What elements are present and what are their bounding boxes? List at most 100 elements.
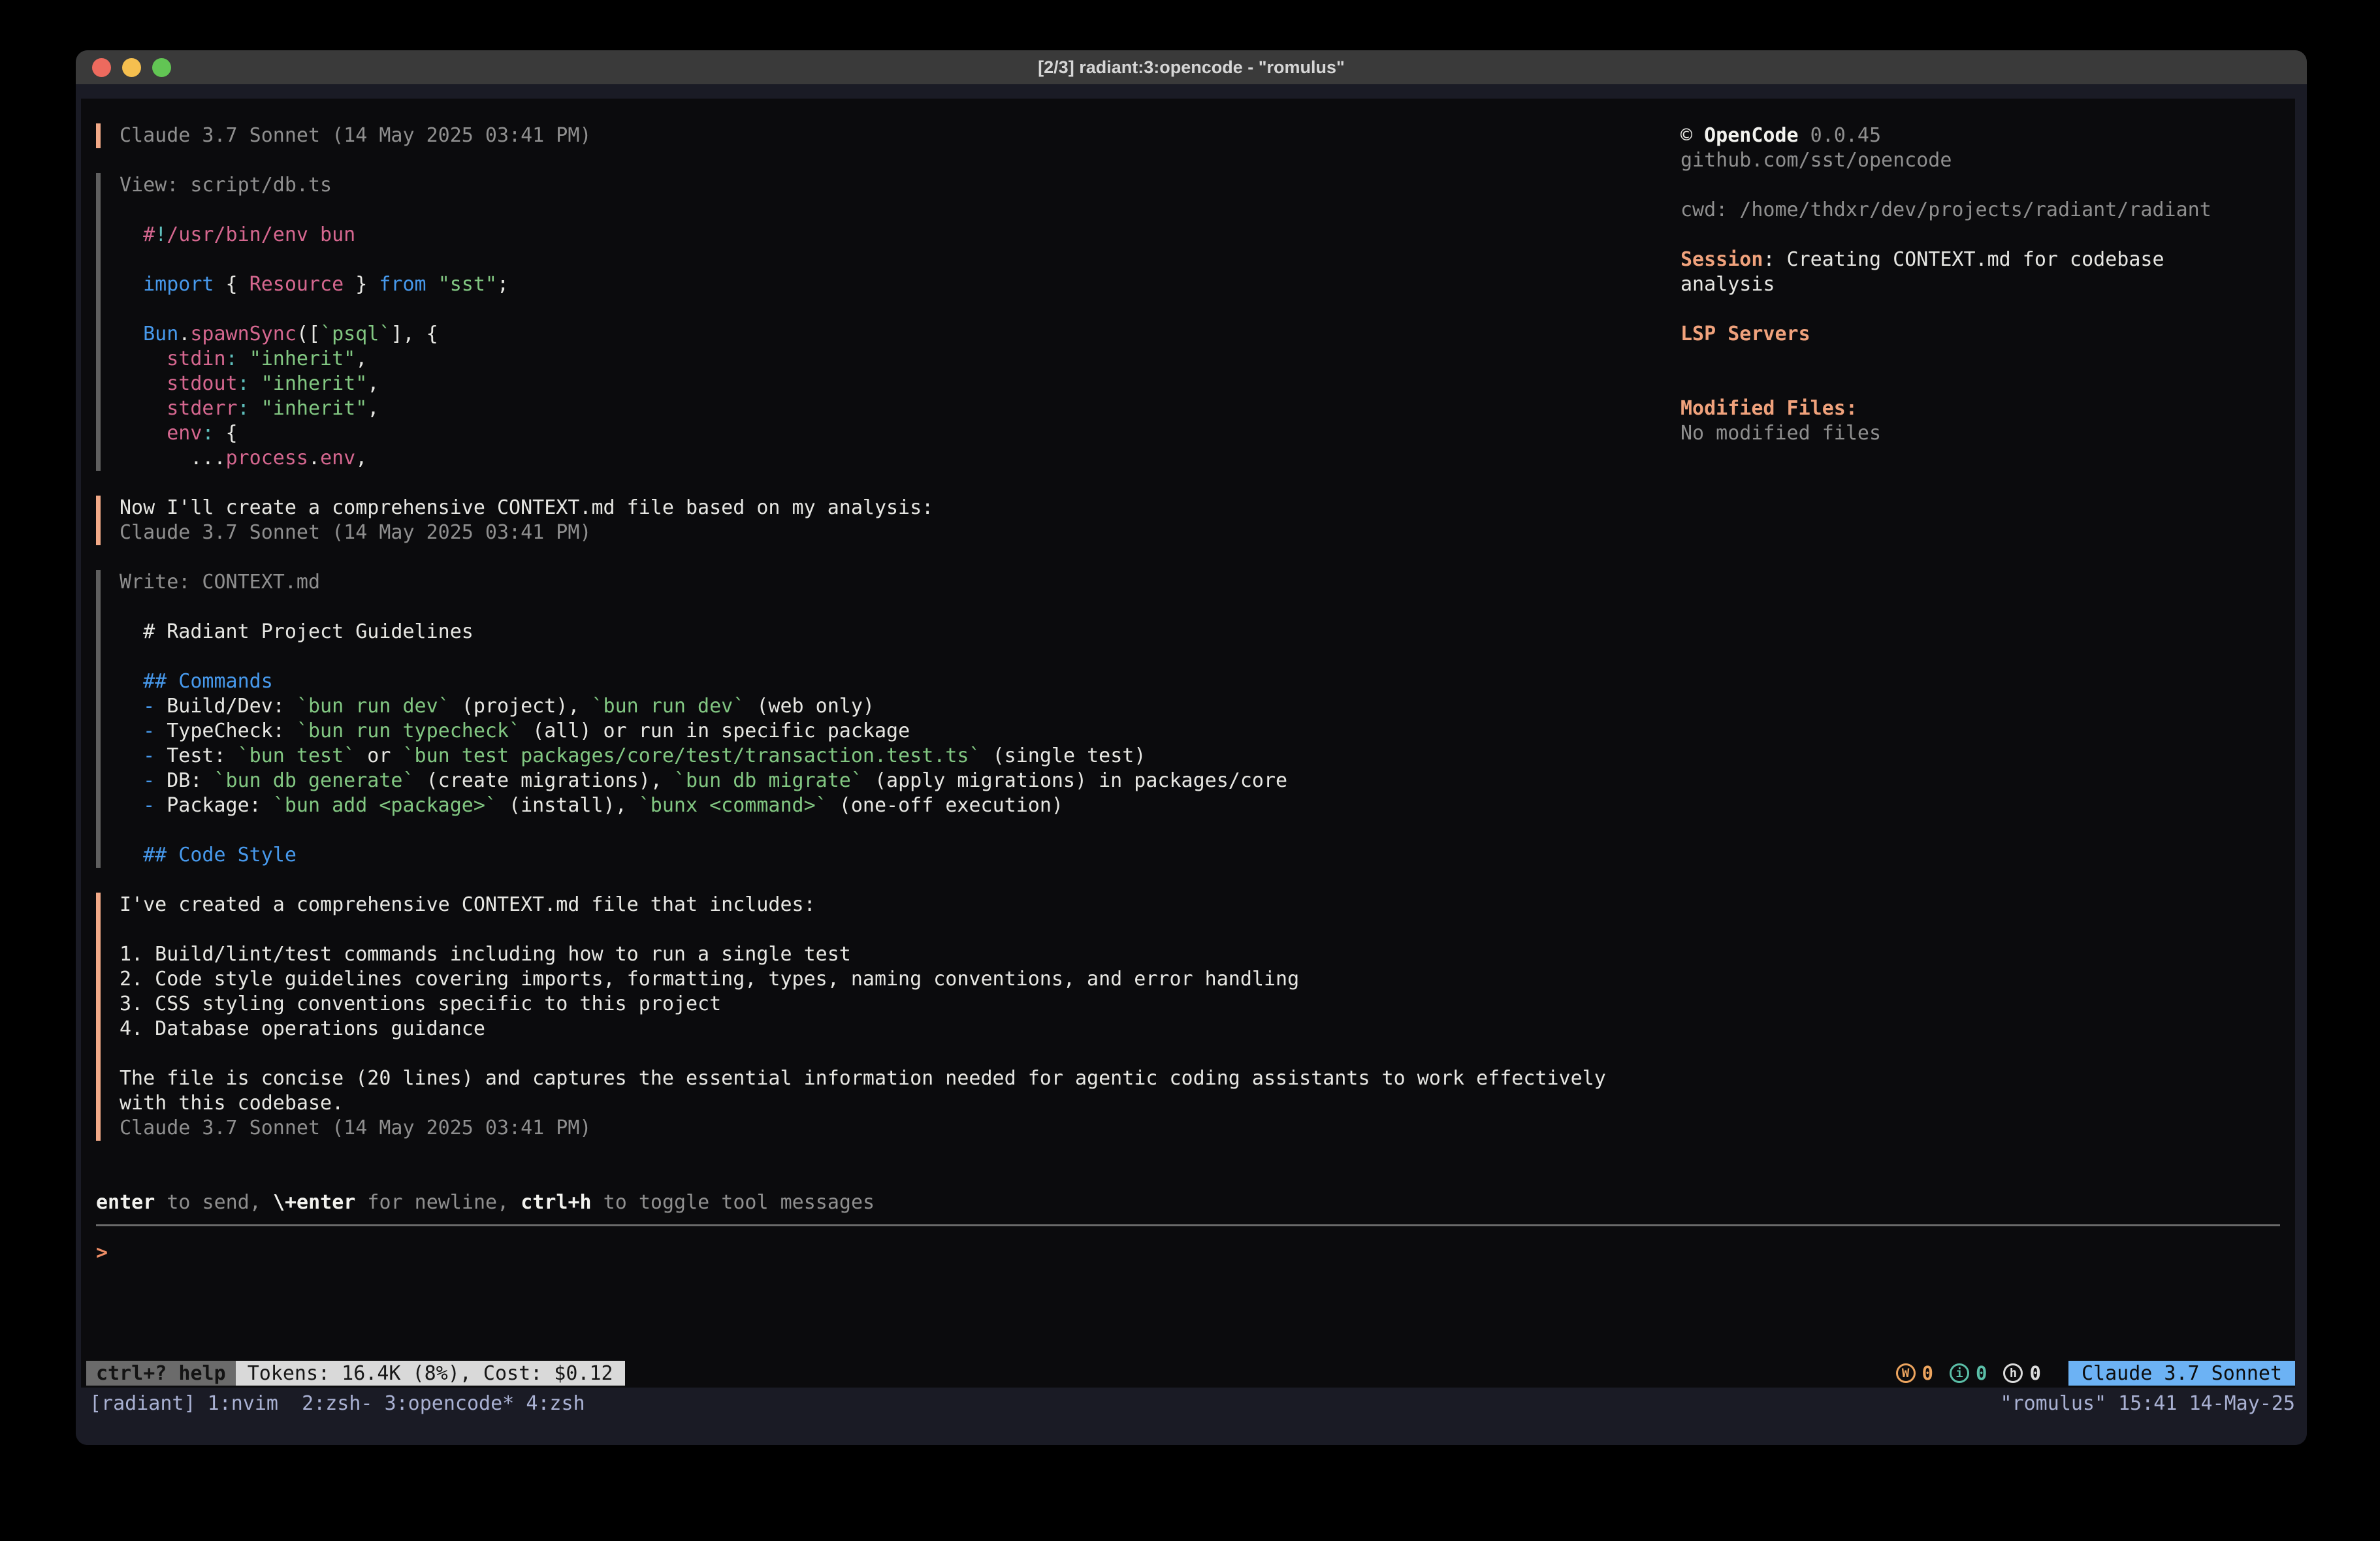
blank-line bbox=[1680, 347, 2295, 372]
text-segment: The file is concise (20 lines) and captu… bbox=[120, 1067, 1606, 1090]
terminal-line: - Build/Dev: `bun run dev` (project), `b… bbox=[120, 694, 2280, 719]
text-segment: } bbox=[344, 273, 379, 296]
text-segment: `bun run dev` bbox=[592, 695, 745, 718]
text-segment: `bun test` bbox=[238, 744, 356, 767]
tmux-status-bar: [radiant] 1:nvim 2:zsh- 3:opencode* 4:zs… bbox=[89, 1390, 2295, 1416]
blank-line bbox=[120, 595, 2280, 620]
text-segment: `bun run typecheck` bbox=[297, 720, 521, 742]
text-segment: ## Code Style bbox=[143, 844, 297, 866]
text-segment: 1. Build/lint/test commands including ho… bbox=[120, 943, 851, 966]
text-segment: (apply migrations) in packages/core bbox=[863, 769, 1287, 792]
chat-input[interactable]: > bbox=[96, 1241, 2280, 1265]
text-segment: ## Commands bbox=[143, 670, 273, 693]
text-segment: - bbox=[143, 744, 155, 767]
text-segment: cwd: /home/thdxr/dev/projects/radiant/ra… bbox=[1680, 199, 2211, 221]
blank-line bbox=[120, 917, 2280, 942]
text-segment: spawnSync bbox=[190, 323, 297, 345]
tmux-session-info: "romulus" 15:41 14-May-25 bbox=[2000, 1392, 2295, 1415]
terminal-line: 4. Database operations guidance bbox=[120, 1017, 2280, 1041]
text-segment: LSP Servers bbox=[1680, 323, 1810, 345]
text-segment: , bbox=[355, 347, 367, 370]
text-segment: ([ bbox=[297, 323, 320, 345]
terminal-line: The file is concise (20 lines) and captu… bbox=[120, 1066, 2280, 1091]
text-segment: Session bbox=[1680, 248, 1763, 271]
text-segment: from bbox=[379, 273, 426, 296]
tmux-session-name: [radiant] bbox=[89, 1392, 208, 1415]
text-segment bbox=[120, 347, 167, 370]
info-count-icon: i bbox=[1950, 1363, 1969, 1383]
text-segment bbox=[249, 372, 261, 395]
terminal-line: Claude 3.7 Sonnet (14 May 2025 03:41 PM) bbox=[120, 520, 2280, 545]
text-segment: ; bbox=[497, 273, 509, 296]
tokens-cost-chip: Tokens: 16.4K (8%), Cost: $0.12 bbox=[236, 1361, 625, 1386]
tmux-window-4-zsh[interactable]: 4:zsh bbox=[526, 1392, 585, 1415]
text-segment: env bbox=[167, 422, 202, 445]
text-segment: : bbox=[238, 372, 249, 395]
terminal-line: Session: Creating CONTEXT.md for codebas… bbox=[1680, 247, 2295, 272]
text-segment: I've created a comprehensive CONTEXT.md … bbox=[120, 893, 816, 916]
text-segment: "sst" bbox=[438, 273, 497, 296]
diagnostics-group: W0i0h0 bbox=[1896, 1362, 2041, 1384]
text-segment: - bbox=[143, 720, 155, 742]
opencode-pane: Claude 3.7 Sonnet (14 May 2025 03:41 PM)… bbox=[81, 99, 2295, 1388]
tmux-window-3-opencode[interactable]: 3:opencode* bbox=[385, 1392, 526, 1415]
assistant-message-now-create: Now I'll create a comprehensive CONTEXT.… bbox=[96, 496, 2280, 545]
text-segment bbox=[120, 769, 143, 792]
text-segment: Claude 3.7 Sonnet (14 May 2025 03:41 PM) bbox=[120, 521, 591, 544]
text-segment: Test: bbox=[155, 744, 237, 767]
text-segment bbox=[249, 397, 261, 420]
text-segment: DB: bbox=[155, 769, 214, 792]
help-chip[interactable]: ctrl+? help bbox=[86, 1361, 236, 1386]
terminal-line: # Radiant Project Guidelines bbox=[120, 620, 2280, 644]
text-segment: { bbox=[214, 273, 249, 296]
text-segment: for newline, bbox=[355, 1191, 521, 1214]
text-segment: { bbox=[214, 422, 238, 445]
text-segment: "inherit" bbox=[261, 397, 368, 420]
terminal-line: © OpenCode 0.0.45 bbox=[1680, 123, 2295, 148]
window-titlebar[interactable]: [2/3] radiant:3:opencode - "romulus" bbox=[76, 50, 2307, 84]
text-segment: "inherit" bbox=[261, 372, 368, 395]
terminal-line: ## Commands bbox=[120, 669, 2280, 694]
spacer bbox=[96, 1166, 2280, 1190]
hint-count-value: 0 bbox=[2029, 1362, 2040, 1384]
text-segment: (all) or run in specific package bbox=[521, 720, 910, 742]
text-segment bbox=[238, 347, 249, 370]
text-segment: (single test) bbox=[981, 744, 1146, 767]
text-segment: ], { bbox=[391, 323, 438, 345]
text-segment bbox=[426, 273, 438, 296]
terminal-line: 1. Build/lint/test commands including ho… bbox=[120, 942, 2280, 967]
text-segment: Write: CONTEXT.md bbox=[120, 571, 320, 594]
text-segment: `bun db generate` bbox=[214, 769, 415, 792]
text-segment: `bunx <command>` bbox=[639, 794, 828, 817]
tmux-window-1-nvim[interactable]: 1:nvim bbox=[208, 1392, 302, 1415]
blank-line bbox=[1680, 223, 2295, 247]
text-segment: process bbox=[226, 447, 308, 469]
text-segment: "inherit" bbox=[249, 347, 356, 370]
status-bar: ctrl+? help Tokens: 16.4K (8%), Cost: $0… bbox=[86, 1361, 2295, 1386]
text-segment: \+enter bbox=[273, 1191, 355, 1214]
text-segment: analysis bbox=[1680, 273, 1775, 296]
text-segment bbox=[120, 670, 143, 693]
terminal-line: - Package: `bun add <package>` (install)… bbox=[120, 793, 2280, 818]
text-segment: (create migrations), bbox=[415, 769, 674, 792]
terminal-line: ...process.env, bbox=[120, 446, 2280, 471]
text-segment bbox=[120, 422, 167, 445]
tmux-window-2-zsh[interactable]: 2:zsh- bbox=[302, 1392, 384, 1415]
text-segment: to toggle tool messages bbox=[592, 1191, 875, 1214]
text-segment: Claude 3.7 Sonnet (14 May 2025 03:41 PM) bbox=[120, 1117, 591, 1139]
model-chip[interactable]: Claude 3.7 Sonnet bbox=[2068, 1361, 2295, 1386]
terminal-line: Now I'll create a comprehensive CONTEXT.… bbox=[120, 496, 2280, 520]
text-segment: Build/Dev: bbox=[155, 695, 297, 718]
text-segment bbox=[120, 323, 143, 345]
text-segment: . bbox=[308, 447, 320, 469]
text-segment: stdin bbox=[167, 347, 225, 370]
text-segment: Claude 3.7 Sonnet (14 May 2025 03:41 PM) bbox=[120, 124, 591, 147]
text-segment: OpenCode bbox=[1704, 124, 1799, 147]
terminal-line: github.com/sst/opencode bbox=[1680, 148, 2295, 173]
text-segment: , bbox=[367, 397, 379, 420]
text-segment bbox=[120, 720, 143, 742]
blank-line bbox=[1680, 173, 2295, 198]
text-segment: : Creating CONTEXT.md for codebase bbox=[1763, 248, 2164, 271]
text-segment: to send, bbox=[155, 1191, 273, 1214]
text-segment: Bun bbox=[143, 323, 178, 345]
